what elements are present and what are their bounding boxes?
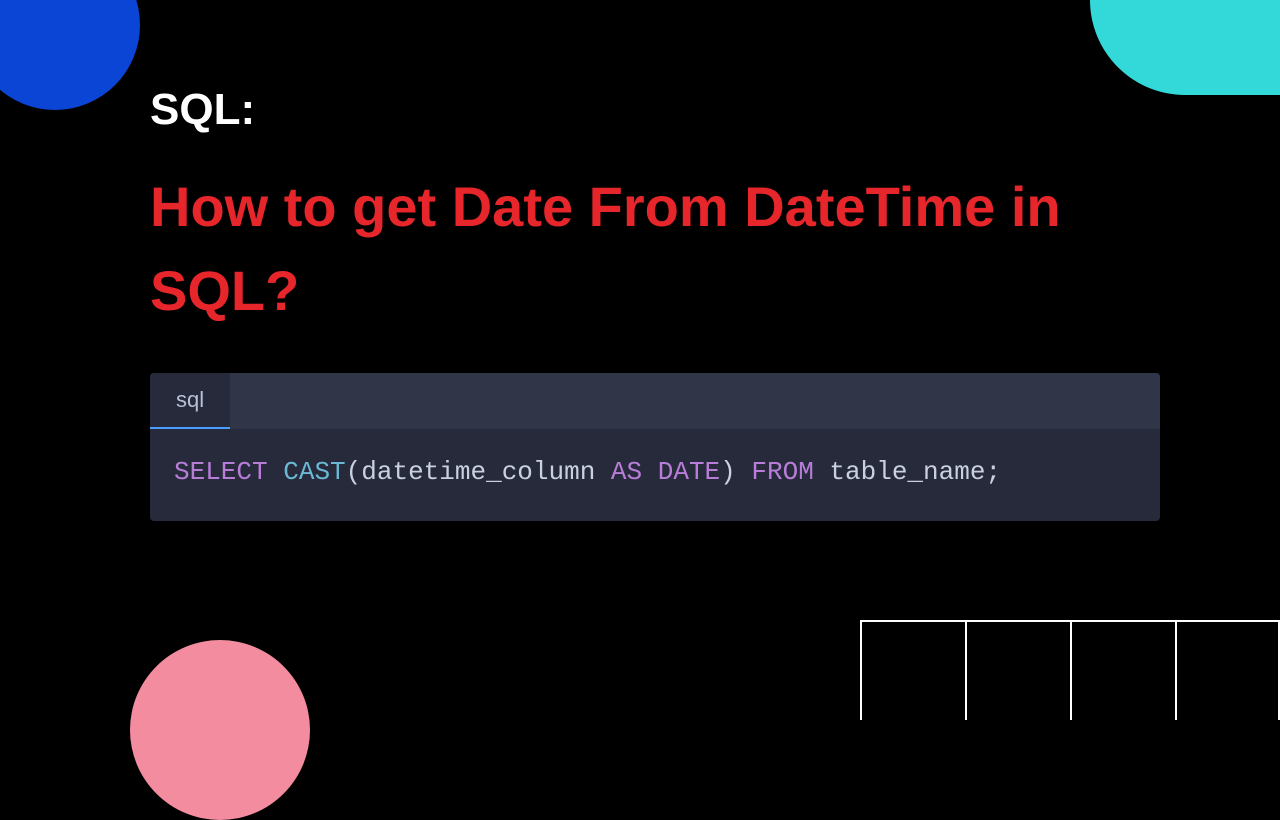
decorative-grid xyxy=(860,620,1280,720)
grid-cell xyxy=(1070,620,1175,720)
code-block: sql SELECT CAST(datetime_column AS DATE)… xyxy=(150,373,1160,521)
code-semicolon: ; xyxy=(985,457,1001,487)
code-function-cast: CAST xyxy=(283,457,345,487)
category-label: SQL: xyxy=(150,85,1160,135)
code-paren-open: ( xyxy=(346,457,362,487)
decorative-blue-circle xyxy=(0,0,140,110)
code-tabs: sql xyxy=(150,373,1160,429)
code-tab-sql[interactable]: sql xyxy=(150,373,230,429)
code-identifier-table: table_name xyxy=(829,457,985,487)
code-keyword-from: FROM xyxy=(751,457,813,487)
decorative-cyan-quarter xyxy=(1090,0,1280,95)
code-keyword-date: DATE xyxy=(658,457,720,487)
grid-cell xyxy=(860,620,965,720)
code-keyword-select: SELECT xyxy=(174,457,268,487)
code-paren-close: ) xyxy=(720,457,736,487)
code-identifier-column: datetime_column xyxy=(361,457,595,487)
grid-cell xyxy=(1175,620,1280,720)
page-title: How to get Date From DateTime in SQL? xyxy=(150,165,1160,333)
code-keyword-as: AS xyxy=(611,457,642,487)
decorative-pink-circle xyxy=(130,640,310,820)
code-body: SELECT CAST(datetime_column AS DATE) FRO… xyxy=(150,429,1160,521)
grid-cell xyxy=(965,620,1070,720)
content-container: SQL: How to get Date From DateTime in SQ… xyxy=(150,85,1160,521)
